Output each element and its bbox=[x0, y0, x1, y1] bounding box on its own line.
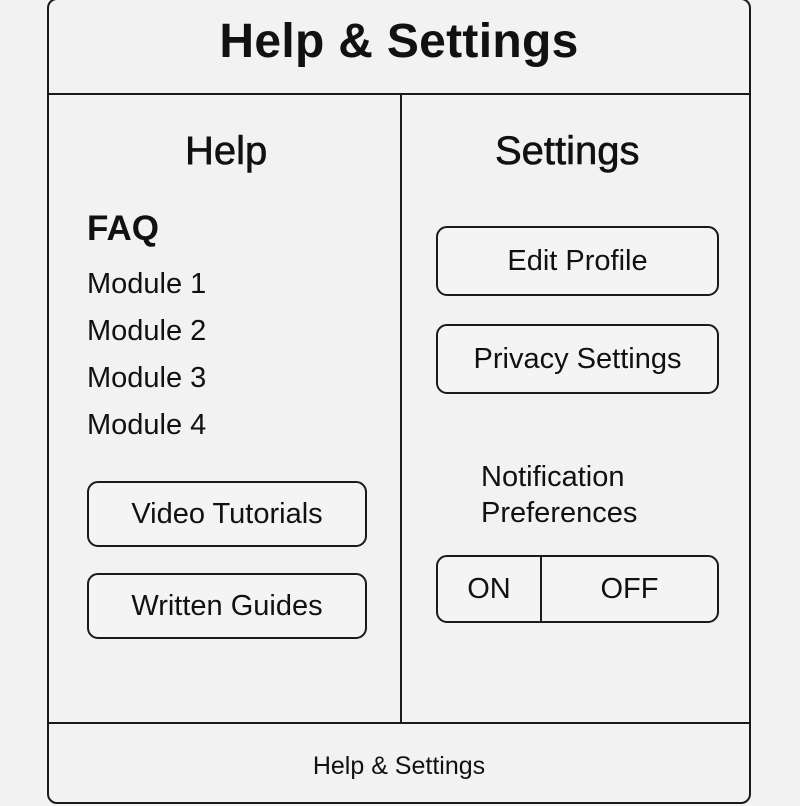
app-frame: Help & Settings Help FAQ Module 1 Module… bbox=[47, 0, 751, 804]
edit-profile-button[interactable]: Edit Profile bbox=[436, 226, 719, 296]
faq-module-item-2[interactable]: Module 2 bbox=[87, 312, 206, 359]
settings-title: Settings bbox=[495, 129, 640, 174]
notification-preferences-label: Notification Preferences bbox=[481, 459, 637, 531]
header: Help & Settings bbox=[49, 0, 749, 95]
video-tutorials-button[interactable]: Video Tutorials bbox=[87, 481, 367, 547]
notification-toggle: ON OFF bbox=[436, 555, 719, 623]
faq-module-item-4[interactable]: Module 4 bbox=[87, 406, 206, 453]
privacy-settings-button[interactable]: Privacy Settings bbox=[436, 324, 719, 394]
faq-heading: FAQ bbox=[87, 209, 159, 248]
faq-module-item-3[interactable]: Module 3 bbox=[87, 359, 206, 406]
faq-module-list: Module 1 Module 2 Module 3 Module 4 bbox=[87, 265, 206, 453]
page-title: Help & Settings bbox=[219, 15, 579, 68]
written-guides-button[interactable]: Written Guides bbox=[87, 573, 367, 639]
toggle-on-option[interactable]: ON bbox=[438, 557, 542, 621]
faq-module-item-1[interactable]: Module 1 bbox=[87, 265, 206, 312]
footer-text: Help & Settings bbox=[312, 752, 486, 780]
notification-label-line1: Notification bbox=[481, 461, 625, 493]
column-divider bbox=[400, 95, 402, 724]
notification-label-line2: Preferences bbox=[481, 497, 638, 529]
help-title: Help bbox=[185, 129, 268, 174]
toggle-off-option[interactable]: OFF bbox=[542, 557, 717, 621]
footer: Help & Settings bbox=[49, 722, 749, 806]
main-content: Help FAQ Module 1 Module 2 Module 3 Modu… bbox=[49, 95, 749, 724]
